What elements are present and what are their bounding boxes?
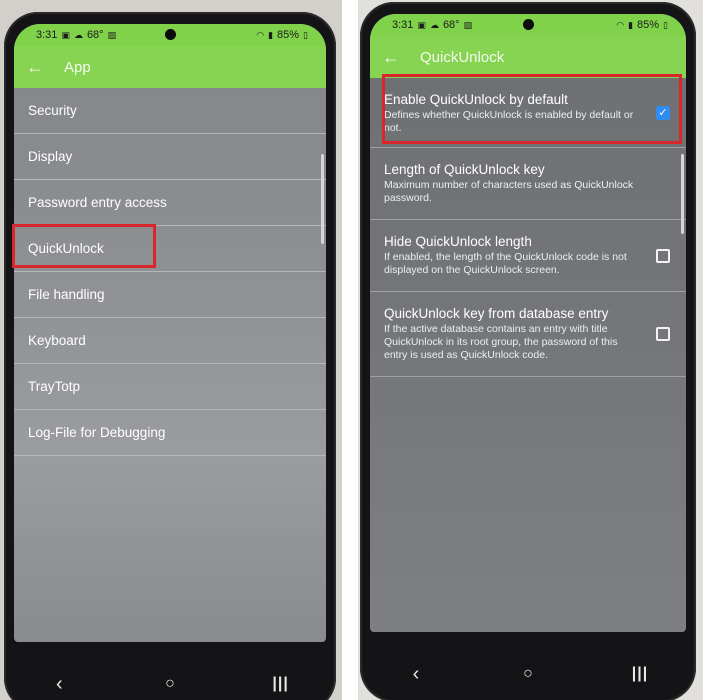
image-icon: ▨ xyxy=(107,29,117,40)
list-item-file-handling[interactable]: File handling xyxy=(14,272,326,318)
nav-back-icon[interactable]: ‹ xyxy=(34,673,84,696)
list-item-log-file[interactable]: Log-File for Debugging xyxy=(14,410,326,456)
checkmark-icon: ✓ xyxy=(658,106,668,119)
pref-summary: Defines whether QuickUnlock is enabled b… xyxy=(384,109,634,134)
wifi-icon: ◠ xyxy=(616,19,625,30)
pref-enable-quickunlock[interactable]: Enable QuickUnlock by default Defines wh… xyxy=(370,78,686,148)
right-photo: 3:31 ▣ ☁ 68° ▨ ◠ ▮ 85% ▯ ← QuickUnlock E… xyxy=(358,0,703,700)
pref-key-from-database-entry[interactable]: QuickUnlock key from database entry If t… xyxy=(370,292,686,377)
screen: 3:31 ▣ ☁ 68° ▨ ◠ ▮ 85% ▯ ← QuickUnlock E… xyxy=(370,14,686,632)
wifi-icon: ◠ xyxy=(256,29,265,40)
weather-icon: ☁ xyxy=(429,19,439,30)
status-battery: 85% xyxy=(277,29,300,41)
nav-bar: ‹ ○ ||| xyxy=(4,664,336,700)
pref-quickunlock-key-length[interactable]: Length of QuickUnlock key Maximum number… xyxy=(370,148,686,220)
scrollbar[interactable] xyxy=(321,154,324,244)
pref-summary: If enabled, the length of the QuickUnloc… xyxy=(384,251,627,276)
nav-home-icon[interactable]: ○ xyxy=(145,675,195,693)
list-item-traytotp[interactable]: TrayTotp xyxy=(14,364,326,410)
status-time: 3:31 xyxy=(36,29,58,41)
scrollbar[interactable] xyxy=(681,154,684,234)
settings-list: Security Display Password entry access Q… xyxy=(14,88,326,456)
signal-icon: ▮ xyxy=(268,29,274,40)
page-title: QuickUnlock xyxy=(420,48,505,66)
notification-icon: ▣ xyxy=(61,29,70,40)
status-temperature: 68° xyxy=(86,29,104,41)
list-item-label: File handling xyxy=(28,287,105,302)
list-item-keyboard[interactable]: Keyboard xyxy=(14,318,326,364)
list-item-display[interactable]: Display xyxy=(14,134,326,180)
page-title: App xyxy=(64,58,91,76)
weather-icon: ☁ xyxy=(73,29,83,40)
list-item-label: Security xyxy=(28,103,77,118)
battery-icon: ▯ xyxy=(303,29,308,40)
list-item-label: QuickUnlock xyxy=(28,241,104,256)
back-arrow-icon[interactable]: ← xyxy=(382,47,410,68)
pref-title: QuickUnlock key from database entry xyxy=(384,306,609,321)
nav-bar: ‹ ○ ||| xyxy=(360,654,696,694)
signal-icon: ▮ xyxy=(628,19,634,30)
pref-summary: If the active database contains an entry… xyxy=(384,323,618,361)
list-item-label: TrayTotp xyxy=(28,379,81,394)
enable-quickunlock-checkbox[interactable]: ✓ xyxy=(656,105,670,120)
camera-hole xyxy=(165,29,176,40)
list-item-label: Log-File for Debugging xyxy=(28,425,166,440)
list-item-quickunlock[interactable]: QuickUnlock xyxy=(14,226,326,272)
notification-icon: ▣ xyxy=(417,19,426,30)
nav-recents-icon[interactable]: ||| xyxy=(615,665,665,683)
list-item-password-entry-access[interactable]: Password entry access xyxy=(14,180,326,226)
camera-hole xyxy=(523,19,534,30)
left-photo: 3:31 ▣ ☁ 68° ▨ ◠ ▮ 85% ▯ ← App Security … xyxy=(0,0,342,700)
back-arrow-icon[interactable]: ← xyxy=(26,57,54,78)
status-time: 3:31 xyxy=(392,19,414,31)
pref-title: Hide QuickUnlock length xyxy=(384,234,532,249)
pref-title: Length of QuickUnlock key xyxy=(384,162,545,177)
pref-summary: Maximum number of characters used as Qui… xyxy=(384,179,634,204)
phone-frame: 3:31 ▣ ☁ 68° ▨ ◠ ▮ 85% ▯ ← QuickUnlock E… xyxy=(360,2,696,700)
battery-icon: ▯ xyxy=(663,19,668,30)
status-battery: 85% xyxy=(637,19,660,31)
status-temperature: 68° xyxy=(442,19,460,31)
list-item-label: Display xyxy=(28,149,73,164)
phone-frame: 3:31 ▣ ☁ 68° ▨ ◠ ▮ 85% ▯ ← App Security … xyxy=(4,12,336,700)
key-from-entry-checkbox[interactable] xyxy=(656,327,670,341)
nav-home-icon[interactable]: ○ xyxy=(503,665,553,683)
pref-hide-quickunlock-length[interactable]: Hide QuickUnlock length If enabled, the … xyxy=(370,220,686,292)
app-toolbar: ← App xyxy=(14,46,326,88)
app-toolbar: ← QuickUnlock xyxy=(370,36,686,78)
list-item-label: Password entry access xyxy=(28,195,167,210)
nav-back-icon[interactable]: ‹ xyxy=(391,663,441,686)
list-item-security[interactable]: Security xyxy=(14,88,326,134)
pref-title: Enable QuickUnlock by default xyxy=(384,92,568,107)
image-icon: ▨ xyxy=(463,19,473,30)
nav-recents-icon[interactable]: ||| xyxy=(256,675,306,693)
list-item-label: Keyboard xyxy=(28,333,86,348)
screen: 3:31 ▣ ☁ 68° ▨ ◠ ▮ 85% ▯ ← App Security … xyxy=(14,24,326,642)
hide-length-checkbox[interactable] xyxy=(656,248,670,263)
